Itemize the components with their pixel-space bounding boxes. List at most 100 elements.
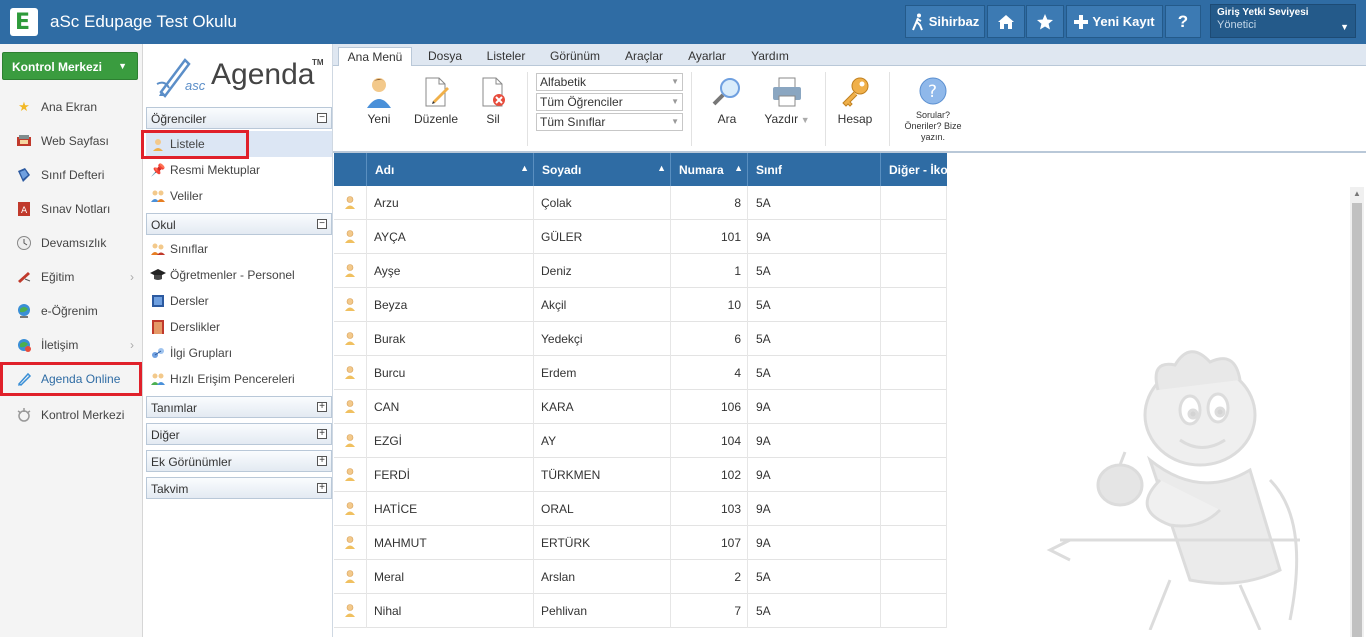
panel-item-siniflar[interactable]: Sınıflar <box>146 236 332 262</box>
table-row[interactable]: Burcu Erdem 4 5A <box>334 356 947 390</box>
section-takvim[interactable]: Takvim + <box>146 477 332 499</box>
panel-item-dersler[interactable]: Dersler <box>146 288 332 314</box>
classes-filter-select[interactable]: Tüm Sınıflar ▼ <box>536 113 683 131</box>
control-center-button[interactable]: Kontrol Merkezi ▼ <box>2 52 138 80</box>
cell-soyadi: Yedekçi <box>534 322 671 356</box>
scrollbar-thumb[interactable] <box>1352 203 1362 637</box>
tab-ana-menu[interactable]: Ana Menü <box>338 47 412 66</box>
cell-sinif: 9A <box>748 492 881 526</box>
column-header-soyadi[interactable]: Soyadı ▲ <box>534 153 671 186</box>
row-icon-cell <box>334 560 367 594</box>
panel-item-ilgi-gruplari[interactable]: İlgi Grupları <box>146 340 332 366</box>
row-icon-cell <box>334 288 367 322</box>
panel-item-derslikler[interactable]: Derslikler <box>146 314 332 340</box>
nav-item-egitim[interactable]: Eğitim › <box>0 260 142 294</box>
nav-item-web-sayfasi[interactable]: Web Sayfası <box>0 124 142 158</box>
section-ek-gorunumler[interactable]: Ek Görünümler + <box>146 450 332 472</box>
section-title: Okul <box>151 218 176 232</box>
nav-item-kontrol-merkezi[interactable]: Kontrol Merkezi <box>0 398 142 432</box>
table-row[interactable]: HATİCE ORAL 103 9A <box>334 492 947 526</box>
delete-button[interactable]: Sil <box>478 76 508 126</box>
edit-button[interactable]: Düzenle <box>411 76 461 126</box>
table-row[interactable]: AYÇA GÜLER 101 9A <box>334 220 947 254</box>
tab-dosya[interactable]: Dosya <box>418 47 472 66</box>
favorites-button[interactable] <box>1026 5 1064 38</box>
table-row[interactable]: Burak Yedekçi 6 5A <box>334 322 947 356</box>
cell-adi: CAN <box>367 390 534 424</box>
help-button[interactable]: ? <box>1165 5 1201 38</box>
expand-icon[interactable]: + <box>317 456 327 466</box>
tab-gorunum[interactable]: Görünüm <box>543 47 607 66</box>
table-row[interactable]: Nihal Pehlivan 7 5A <box>334 594 947 628</box>
student-table: Adı ▲ Soyadı ▲ Numara ▲ Sınıf Diğer - İko A… <box>334 153 947 637</box>
nav-item-e-ogrenim[interactable]: e-Öğrenim <box>0 294 142 328</box>
table-row[interactable]: MAHMUT ERTÜRK 107 9A <box>334 526 947 560</box>
user-level-dropdown[interactable]: Giriş Yetki Seviyesi Yönetici ▼ <box>1210 4 1356 38</box>
vertical-scrollbar[interactable]: ▲ <box>1350 187 1364 637</box>
panel-item-label: Dersler <box>170 294 209 308</box>
pin-icon: 📌 <box>150 163 166 177</box>
table-row[interactable]: FERDİ TÜRKMEN 102 9A <box>334 458 947 492</box>
nav-item-sinif-defteri[interactable]: Sınıf Defteri <box>0 158 142 192</box>
column-header-adi[interactable]: Adı ▲ <box>367 153 534 186</box>
tab-yardim[interactable]: Yardım <box>746 47 794 66</box>
nav-item-label: Eğitim <box>41 270 75 284</box>
row-icon-cell <box>334 492 367 526</box>
sort-select[interactable]: Alfabetik ▼ <box>536 73 683 91</box>
cell-numara: 103 <box>671 492 748 526</box>
panel-item-ogretmenler[interactable]: Öğretmenler - Personel <box>146 262 332 288</box>
feedback-button[interactable]: ? Sorular? Öneriler? Bize yazın. <box>899 76 967 143</box>
home-button[interactable] <box>987 5 1025 38</box>
nav-item-iletisim[interactable]: İletişim › <box>0 328 142 362</box>
collapse-icon[interactable]: − <box>317 219 327 229</box>
search-button[interactable]: Ara <box>709 76 745 126</box>
account-button[interactable]: Hesap <box>835 76 875 126</box>
row-icon-cell <box>334 254 367 288</box>
column-header-sinif[interactable]: Sınıf <box>748 153 881 186</box>
expand-icon[interactable]: + <box>317 483 327 493</box>
table-row[interactable]: CAN KARA 106 9A <box>334 390 947 424</box>
table-row[interactable]: Meral Arslan 2 5A <box>334 560 947 594</box>
section-tanimlar[interactable]: Tanımlar + <box>146 396 332 418</box>
section-title: Takvim <box>151 482 189 496</box>
nav-item-sinav-notlari[interactable]: A Sınav Notları <box>0 192 142 226</box>
nav-item-label: Kontrol Merkezi <box>41 408 125 422</box>
mascot-illustration <box>1046 350 1300 630</box>
tab-listeler[interactable]: Listeler <box>479 47 533 66</box>
tab-ayarlar[interactable]: Ayarlar <box>682 47 732 66</box>
print-button[interactable]: Yazdır ▼ <box>761 76 813 126</box>
column-header-numara[interactable]: Numara ▲ <box>671 153 748 186</box>
table-row[interactable]: Ayşe Deniz 1 5A <box>334 254 947 288</box>
cell-diger <box>881 594 947 628</box>
tab-araclar[interactable]: Araçlar <box>619 47 669 66</box>
nav-item-agenda-online[interactable]: Agenda Online <box>0 362 142 396</box>
cell-soyadi: KARA <box>534 390 671 424</box>
nav-item-devamsizlik[interactable]: Devamsızlık <box>0 226 142 260</box>
collapse-icon[interactable]: − <box>317 113 327 123</box>
expand-icon[interactable]: + <box>317 429 327 439</box>
scroll-up-icon[interactable]: ▲ <box>1353 189 1361 198</box>
column-header-diger[interactable]: Diğer - İko <box>881 153 947 186</box>
table-row[interactable]: Beyza Akçil 10 5A <box>334 288 947 322</box>
edupage-logo[interactable]: E <box>10 8 38 36</box>
panel-item-veliler[interactable]: Veliler <box>146 183 332 209</box>
table-row[interactable]: Arzu Çolak 8 5A <box>334 186 947 220</box>
question-icon: ? <box>919 77 947 105</box>
svg-text:A: A <box>21 206 28 216</box>
nav-item-label: Sınav Notları <box>41 202 111 216</box>
student-icon <box>345 604 355 617</box>
panel-item-hizli-erisim[interactable]: Hızlı Erişim Pencereleri <box>146 366 332 392</box>
expand-icon[interactable]: + <box>317 402 327 412</box>
section-okul[interactable]: Okul − <box>146 213 332 235</box>
section-ogrenciler[interactable]: Öğrenciler − <box>146 107 332 129</box>
panel-item-resmi-mektuplar[interactable]: 📌 Resmi Mektuplar <box>146 157 332 183</box>
new-record-button[interactable]: Yeni Kayıt <box>1066 5 1163 38</box>
new-student-button[interactable]: Yeni <box>359 76 399 126</box>
wizard-button[interactable]: Sihirbaz <box>905 5 985 38</box>
nav-item-ana-ekran[interactable]: ★ Ana Ekran <box>0 90 142 124</box>
chevron-right-icon: › <box>130 270 134 284</box>
table-row[interactable]: EZGİ AY 104 9A <box>334 424 947 458</box>
section-diger[interactable]: Diğer + <box>146 423 332 445</box>
students-filter-select[interactable]: Tüm Öğrenciler ▼ <box>536 93 683 111</box>
student-icon <box>345 230 355 243</box>
